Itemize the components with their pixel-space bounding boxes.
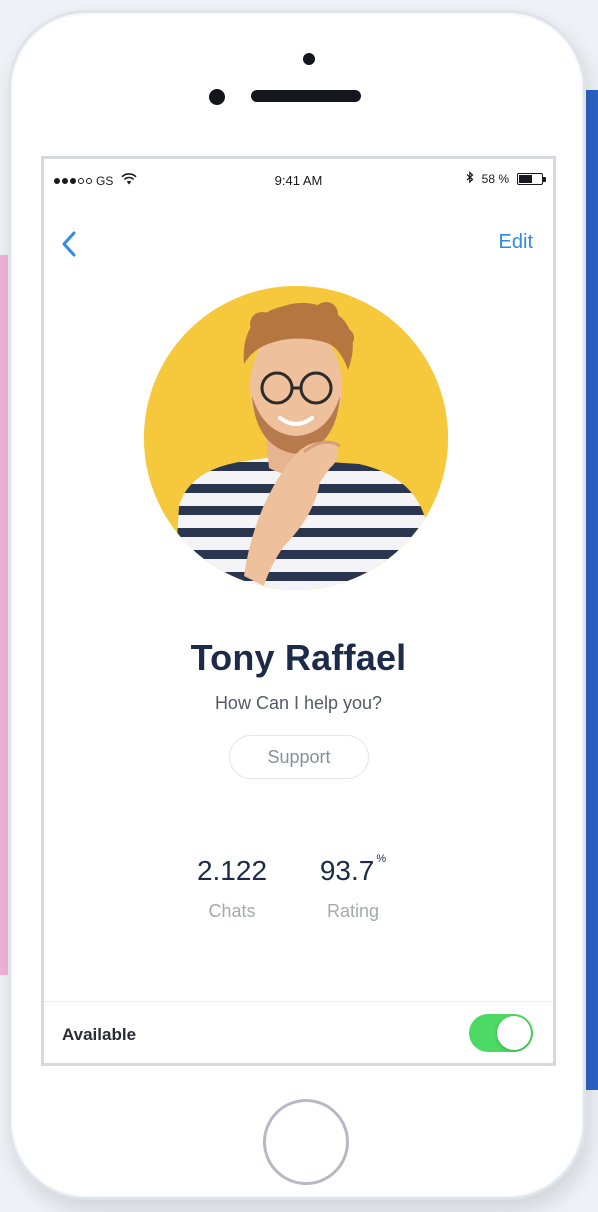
divider bbox=[44, 1001, 553, 1002]
stat-rating: 93.7% Rating bbox=[288, 852, 418, 922]
rating-value-wrapper: 93.7% bbox=[288, 852, 418, 887]
home-button[interactable] bbox=[263, 1099, 349, 1185]
proximity-sensor bbox=[303, 53, 315, 65]
profile-photo bbox=[144, 286, 448, 590]
rating-label: Rating bbox=[326, 901, 380, 921]
chevron-left-icon bbox=[62, 231, 76, 257]
earpiece-speaker bbox=[251, 90, 361, 102]
availability-toggle[interactable] bbox=[469, 1014, 533, 1052]
stat-chats: 2.122 Chats bbox=[167, 855, 297, 922]
status-right: 58 % bbox=[466, 171, 546, 187]
profile-tagline: How Can I help you? bbox=[214, 693, 383, 713]
battery-icon bbox=[517, 173, 546, 185]
support-button[interactable]: Support bbox=[229, 735, 369, 779]
edit-button[interactable]: Edit bbox=[499, 231, 533, 254]
background-strip-left bbox=[0, 255, 8, 975]
bluetooth-icon bbox=[466, 171, 474, 187]
rating-value: 93.7 bbox=[319, 855, 375, 886]
rating-unit: % bbox=[376, 852, 387, 865]
profile-name: Tony Raffael bbox=[190, 637, 407, 678]
chats-count: 2.122 bbox=[196, 855, 268, 886]
front-camera bbox=[209, 89, 225, 105]
back-button[interactable] bbox=[58, 229, 82, 259]
chats-label: Chats bbox=[208, 901, 256, 921]
available-label: Available bbox=[62, 1025, 137, 1044]
battery-percent: 58 % bbox=[481, 172, 509, 186]
avatar bbox=[144, 286, 448, 590]
toggle-knob bbox=[497, 1016, 531, 1050]
phone-screen: GS 9:41 AM 58 % Edit Tony Raffael How Ca… bbox=[41, 156, 556, 1066]
status-bar: GS 9:41 AM 58 % bbox=[44, 159, 553, 201]
